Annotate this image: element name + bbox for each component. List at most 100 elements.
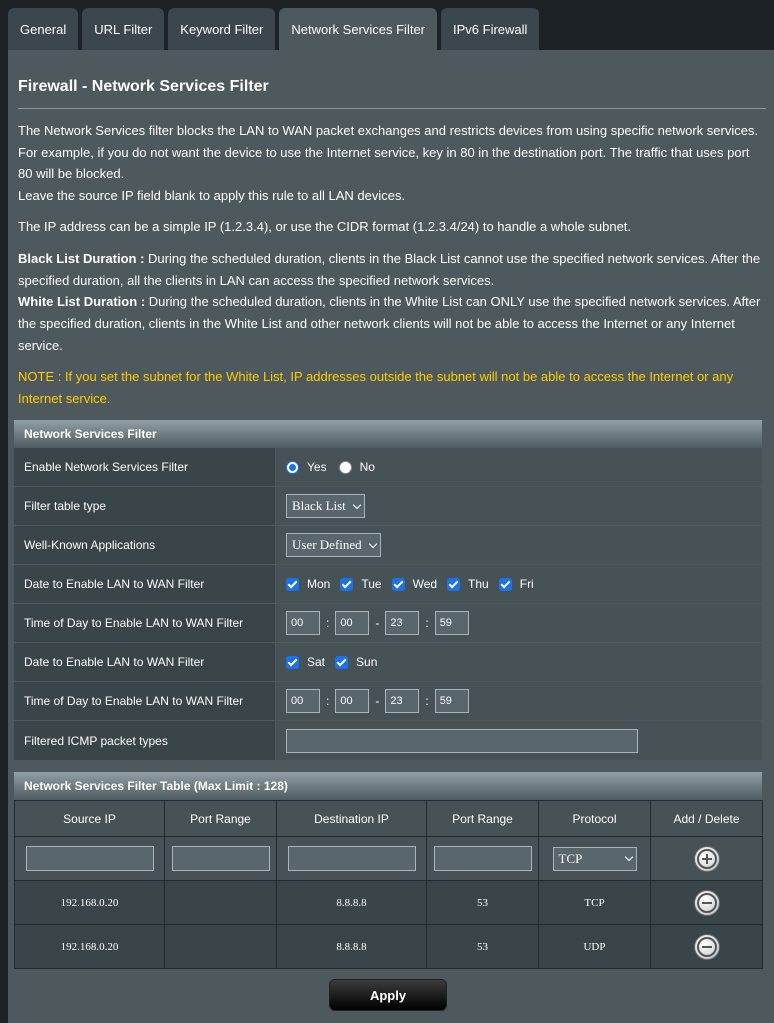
delete-rule-button[interactable] <box>693 933 720 960</box>
col-destination-ip: Destination IP <box>276 800 427 837</box>
desc-line: The IP address can be a simple IP (1.2.3… <box>18 219 632 234</box>
rules-table: Source IP Port Range Destination IP Port… <box>14 800 763 969</box>
desc-line: 80 will be blocked. <box>18 166 125 182</box>
field-label: Filtered ICMP packet types <box>14 721 276 760</box>
weekend-start-hour-input[interactable]: 00 <box>286 689 320 713</box>
checkbox-fri[interactable] <box>498 577 512 591</box>
col-dest-port-range: Port Range <box>426 800 539 837</box>
weekend-end-minute-input[interactable]: 59 <box>434 689 469 713</box>
checkbox-label[interactable]: Sun <box>356 655 377 669</box>
dest-port-cell: 53 <box>426 924 539 969</box>
radio-yes[interactable] <box>286 460 299 474</box>
icmp-types-input[interactable] <box>286 728 638 753</box>
dest-ip-cell: 8.8.8.8 <box>276 880 427 925</box>
table-row: 192.168.0.20 8.8.8.8 53 TCP <box>14 880 763 925</box>
checkbox-thu[interactable] <box>447 577 461 591</box>
note-line: NOTE : If you set the subnet for the Whi… <box>18 369 734 384</box>
tab-network-services-filter[interactable]: Network Services Filter <box>279 8 437 50</box>
tab-keyword-filter[interactable]: Keyword Filter <box>168 8 276 50</box>
time-colon: : <box>425 616 429 630</box>
table-cell <box>650 924 763 969</box>
checkbox-label[interactable]: Sat <box>307 655 325 669</box>
time-dash: - <box>375 616 380 630</box>
desc-line: White List Duration : During the schedul… <box>18 291 770 313</box>
description-intro: The Network Services filter blocks the L… <box>18 120 770 207</box>
apply-button[interactable]: Apply <box>329 979 447 1011</box>
field-label: Time of Day to Enable LAN to WAN Filter <box>14 682 276 720</box>
protocol-cell: TCP <box>538 880 651 925</box>
description-cidr: The IP address can be a simple IP (1.2.3… <box>18 216 770 238</box>
weekday-start-minute-input[interactable]: 00 <box>335 611 370 635</box>
white-list-label: White List Duration : <box>18 294 146 310</box>
col-add-delete: Add / Delete <box>650 800 763 837</box>
select-value: User Defined <box>292 537 362 552</box>
tab-bar: General URL Filter Keyword Filter Networ… <box>8 8 540 50</box>
new-dest-ip-input[interactable] <box>287 846 416 871</box>
tab-ipv6-firewall[interactable]: IPv6 Firewall <box>441 8 540 50</box>
dest-port-cell: 53 <box>426 880 539 925</box>
table-cell <box>650 880 763 925</box>
weekday-time-row: Time of Day to Enable LAN to WAN Filter … <box>14 604 762 643</box>
desc-text: During the scheduled duration, clients i… <box>145 294 761 310</box>
note-line: Internet service. <box>18 390 111 406</box>
new-source-ip-input[interactable] <box>25 846 154 871</box>
dest-ip-cell: 8.8.8.8 <box>276 924 427 969</box>
col-source-ip: Source IP <box>14 800 165 837</box>
table-row: 192.168.0.20 8.8.8.8 53 UDP <box>14 924 763 969</box>
desc-line: Leave the source IP field blank to apply… <box>18 188 406 204</box>
table-cell <box>276 836 427 881</box>
checkbox-wed[interactable] <box>391 577 405 591</box>
new-protocol-select[interactable]: TCP <box>552 846 637 871</box>
page-title: Firewall - Network Services Filter <box>18 78 269 95</box>
field-label: Date to Enable LAN to WAN Filter <box>14 565 276 603</box>
checkbox-sun[interactable] <box>335 655 349 669</box>
checkbox-mon[interactable] <box>286 577 299 591</box>
checkbox-tue[interactable] <box>340 577 354 591</box>
well-known-apps-select[interactable]: User Defined <box>286 533 381 557</box>
table-cell <box>426 836 539 881</box>
description-durations: Black List Duration : During the schedul… <box>18 248 770 357</box>
table-cell <box>164 836 277 881</box>
filter-table-type-select[interactable]: Black List <box>286 494 365 518</box>
delete-rule-button[interactable] <box>693 889 720 916</box>
time-dash: - <box>375 694 380 708</box>
checkbox-label[interactable]: Thu <box>468 577 489 591</box>
tab-url-filter[interactable]: URL Filter <box>82 8 165 50</box>
section-header: Network Services Filter Table (Max Limit… <box>14 772 762 800</box>
filter-settings-section: Network Services Filter Enable Network S… <box>14 420 762 760</box>
tab-general[interactable]: General <box>8 8 79 50</box>
col-protocol: Protocol <box>538 800 651 837</box>
weekend-start-minute-input[interactable]: 00 <box>335 689 370 713</box>
weekday-date-row: Date to Enable LAN to WAN Filter Mon Tue… <box>14 565 762 604</box>
rules-table-section: Network Services Filter Table (Max Limit… <box>14 772 763 969</box>
chevron-down-icon <box>352 500 362 509</box>
weekday-start-hour-input[interactable]: 00 <box>286 611 320 635</box>
checkbox-sat[interactable] <box>286 655 299 669</box>
weekend-end-hour-input[interactable]: 23 <box>385 689 420 713</box>
time-colon: : <box>326 694 330 708</box>
new-rule-row: TCP <box>14 836 763 881</box>
new-src-port-input[interactable] <box>171 846 270 871</box>
desc-line: specified duration, all the clients in L… <box>18 272 495 288</box>
radio-yes-label[interactable]: Yes <box>307 460 327 474</box>
add-rule-button[interactable] <box>693 845 720 872</box>
weekday-end-hour-input[interactable]: 23 <box>385 611 420 635</box>
checkbox-label[interactable]: Fri <box>520 577 534 591</box>
radio-no-label[interactable]: No <box>360 460 375 474</box>
desc-text: During the scheduled duration, clients i… <box>144 251 761 266</box>
title-divider <box>18 108 766 109</box>
checkbox-label[interactable]: Mon <box>307 577 330 591</box>
table-cell <box>14 836 165 881</box>
weekday-end-minute-input[interactable]: 59 <box>434 611 469 635</box>
table-header-row: Source IP Port Range Destination IP Port… <box>14 800 763 837</box>
checkbox-label[interactable]: Wed <box>413 577 437 591</box>
chevron-down-icon <box>624 852 633 862</box>
source-ip-cell: 192.168.0.20 <box>14 880 165 925</box>
field-value: 00 : 00 - 23 : 59 <box>276 604 762 642</box>
section-header: Network Services Filter <box>14 420 762 448</box>
new-dest-port-input[interactable] <box>433 846 532 871</box>
well-known-apps-row: Well-Known Applications User Defined <box>14 526 762 565</box>
filter-table-type-row: Filter table type Black List <box>14 487 762 526</box>
checkbox-label[interactable]: Tue <box>361 577 381 591</box>
radio-no[interactable] <box>338 460 352 474</box>
